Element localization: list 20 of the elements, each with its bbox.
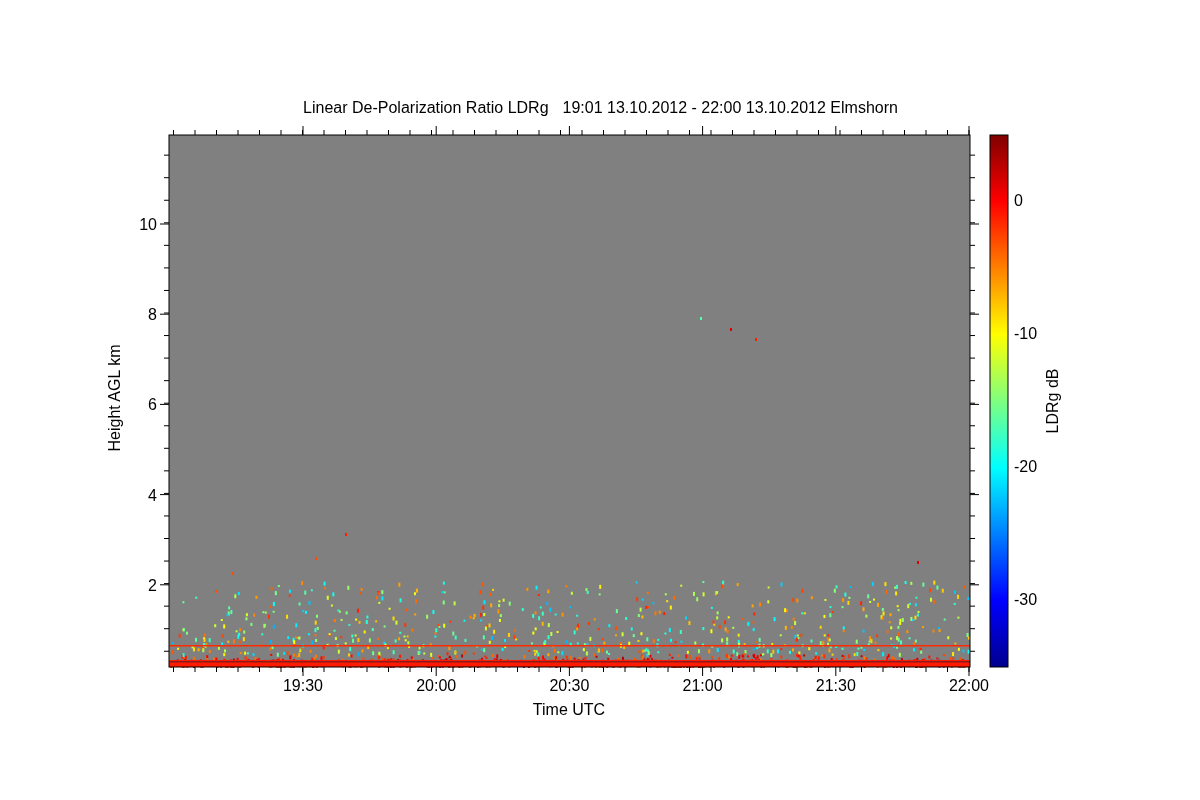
axis-tick-label: 19:30 bbox=[283, 677, 323, 694]
axis-tick-label: 4 bbox=[148, 486, 157, 504]
axis-title: Height AGL km bbox=[106, 344, 123, 452]
plot-title: Linear De-Polarization Ratio LDRg bbox=[303, 99, 549, 117]
axis-tick-label: 8 bbox=[148, 306, 157, 324]
axis-title: Time UTC bbox=[532, 701, 606, 718]
axis-tick-label: 20:30 bbox=[549, 677, 590, 694]
axis-tick-label: 20:00 bbox=[416, 677, 457, 694]
colorbar-tick-label: -30 bbox=[1014, 591, 1038, 608]
axis-tick-label: 6 bbox=[148, 396, 157, 414]
colorbar-tick-label: -10 bbox=[1014, 325, 1038, 342]
axis-tick-label: 21:00 bbox=[682, 677, 723, 694]
colorbar-tick-label: -20 bbox=[1014, 458, 1038, 475]
axis-tick-label: 10 bbox=[139, 216, 157, 233]
axis-tick-label: 2 bbox=[148, 576, 157, 594]
axis-tick-label: 22:00 bbox=[949, 677, 989, 694]
colorbar-tick-label: 0 bbox=[1014, 192, 1023, 209]
colorbar-title: LDRg dB bbox=[1044, 368, 1061, 434]
axis-tick-label: 21:30 bbox=[815, 677, 856, 694]
plot-subtitle: 19:01 13.10.2012 - 22:00 13.10.2012 Elmshorn bbox=[562, 99, 898, 117]
